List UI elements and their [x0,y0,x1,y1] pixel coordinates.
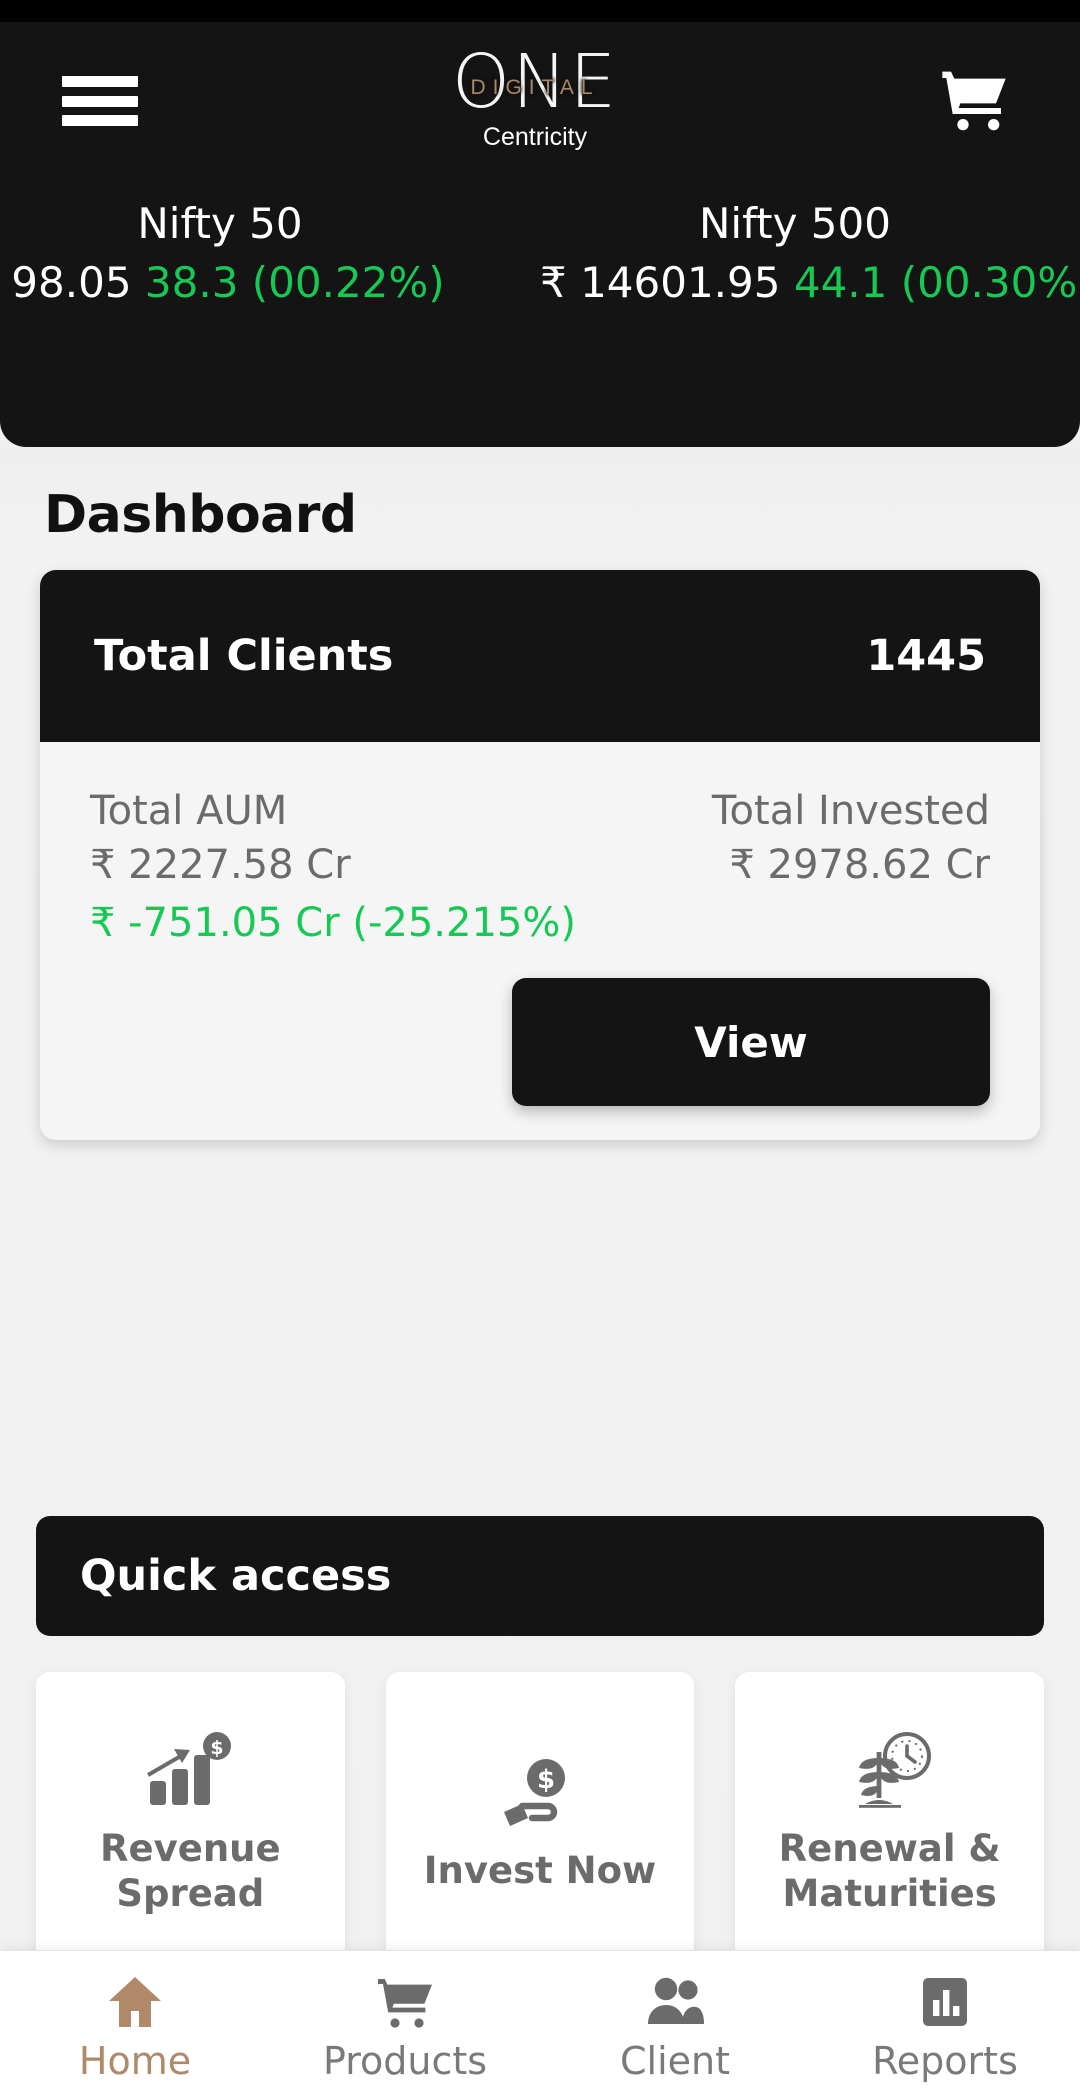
status-bar [0,0,1080,22]
svg-text:$: $ [211,1736,224,1758]
ticker-name: Nifty 500 [699,199,891,248]
total-aum-value: ₹ 2227.58 Cr [90,842,351,888]
total-invested-value: ₹ 2978.62 Cr [729,842,990,888]
total-aum-label: Total AUM [90,788,288,834]
total-aum-block: Total AUM ₹ 2227.58 Cr [90,784,351,892]
ticker-values: 98.05 38.3 (00.22%) [0,252,540,314]
quick-access-header: Quick access [36,1516,1044,1636]
bar-chart-dollar-icon: $ [142,1724,238,1820]
aum-delta-value: ₹ -751.05 Cr (-25.215%) [90,900,576,946]
total-invested-block: Total Invested ₹ 2978.62 Cr [712,784,990,892]
bar-chart-icon [917,1971,973,2033]
bottom-navigation: Home Products Client Reports [0,1950,1080,2096]
total-clients-label: Total Clients [94,631,394,681]
logo-secondary-text: Centricity [482,123,588,151]
ticker-nifty-50[interactable]: Nifty 50 98.05 38.3 (00.22%) [0,196,540,314]
total-clients-card: Total Clients 1445 Total AUM ₹ 2227.58 C… [40,570,1040,1140]
cart-icon [374,1971,436,2033]
quick-tile-revenue-spread[interactable]: $ Revenue Spread [36,1672,345,1967]
ticker-name: Nifty 50 [137,199,303,248]
app-header: ONE DIGITAL Centricity Nifty 50 98.05 38… [0,0,1080,447]
market-ticker-row: Nifty 50 98.05 38.3 (00.22%) Nifty 500 ₹… [0,196,1080,314]
home-icon [105,1971,165,2033]
total-clients-header: Total Clients 1445 [40,570,1040,742]
ticker-price: 98.05 [11,258,132,307]
people-icon [644,1971,706,2033]
aum-summary-row: Total AUM ₹ 2227.58 Cr Total Invested ₹ … [90,784,990,892]
ticker-change: 44.1 (00.30%) [793,258,1080,307]
view-button[interactable]: View [512,978,990,1106]
hamburger-bar [62,76,138,87]
shopping-cart-icon[interactable] [932,61,1018,141]
nav-label: Home [78,2038,192,2083]
app-screen: ONE DIGITAL Centricity Nifty 50 98.05 38… [0,0,1080,2096]
quick-tile-invest-now[interactable]: $ Invest Now [385,1672,695,1967]
app-logo: ONE DIGITAL Centricity [405,41,665,161]
total-invested-label: Total Invested [711,788,990,834]
quick-tile-renewal-maturities[interactable]: Renewal & Maturities [735,1672,1044,1967]
view-button-wrap: View [90,978,990,1106]
quick-access-title: Quick access [80,1551,392,1601]
quick-tile-label: Invest Now [423,1849,657,1892]
hamburger-menu-icon[interactable] [62,70,138,132]
ticker-change: 38.3 (00.22%) [144,258,445,307]
dashboard-page: Dashboard Total Clients 1445 Total AUM ₹… [0,447,1080,2096]
ticker-nifty-500[interactable]: Nifty 500 ₹ 14601.95 44.1 (00.30%) [540,196,1080,314]
nav-item-client[interactable]: Client [540,1951,810,2096]
hamburger-bar [62,95,138,107]
nav-label: Reports [872,2038,1018,2083]
ticker-price: ₹ 14601.95 [540,258,781,307]
logo-overlay-text: DIGITAL [470,76,600,99]
quick-tile-label: Revenue Spread [100,1826,281,1915]
quick-tile-label: Renewal & Maturities [778,1826,1001,1915]
hand-holding-dollar-icon: $ [494,1746,586,1842]
total-clients-body: Total AUM ₹ 2227.58 Cr Total Invested ₹ … [40,742,1040,1140]
hamburger-bar [62,115,138,126]
ticker-values: ₹ 14601.95 44.1 (00.30%) [540,252,1080,314]
nav-item-home[interactable]: Home [0,1951,270,2096]
nav-item-products[interactable]: Products [270,1951,540,2096]
plant-clock-icon [843,1724,937,1820]
nav-label: Products [322,2038,488,2083]
nav-label: Client [619,2038,730,2083]
svg-text:$: $ [537,1765,555,1795]
nav-item-reports[interactable]: Reports [810,1951,1080,2096]
page-title: Dashboard [44,485,357,545]
header-nav-row: ONE DIGITAL Centricity [0,22,1080,180]
total-clients-count: 1445 [866,631,986,681]
